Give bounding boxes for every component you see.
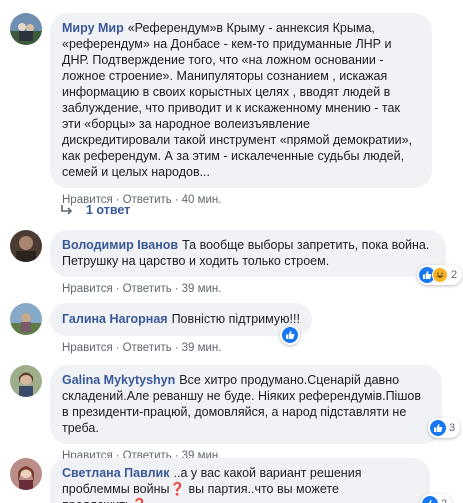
comment-author[interactable]: Galina Mykytyshyn xyxy=(62,373,175,387)
comment-bubble: Galina Mykytyshyn Все хитро продумано.Сце… xyxy=(50,365,442,444)
timestamp[interactable]: 40 мин. xyxy=(182,194,222,206)
avatar[interactable] xyxy=(10,365,42,397)
reply-link[interactable]: Ответить xyxy=(123,342,172,354)
replies-count-label: 1 ответ xyxy=(86,203,131,217)
comment-4: Galina Mykytyshyn Все хитро продумано.Сце… xyxy=(10,365,442,463)
view-replies-link[interactable]: 1 ответ xyxy=(60,203,130,217)
comment-actions: Нравится · Ответить · 39 мин. xyxy=(62,283,222,295)
reply-arrow-icon xyxy=(61,205,73,215)
reaction-summary[interactable] xyxy=(280,325,300,345)
comment-actions: Нравится · Ответить · 39 мин. xyxy=(62,342,222,354)
comment-author[interactable]: Володимир Іванов xyxy=(62,238,178,252)
like-icon xyxy=(282,327,298,343)
reply-link[interactable]: Ответить xyxy=(123,283,172,295)
haha-icon xyxy=(432,267,448,283)
comment-bubble: Галина Нагорная Повністю підтримую!!! xyxy=(50,303,312,336)
comment-3: Галина Нагорная Повністю підтримую!!! Нра… xyxy=(10,303,312,355)
comment-2: Володимир Іванов Та вообще выборы запрети… xyxy=(10,230,446,296)
avatar[interactable] xyxy=(10,230,42,262)
comment-1: Миру Мир «Референдум»в Крыму - аннексия К… xyxy=(10,13,432,207)
like-link[interactable]: Нравится xyxy=(62,283,113,295)
reaction-count: 2 xyxy=(451,269,458,281)
comment-author[interactable]: Галина Нагорная xyxy=(62,312,168,326)
avatar[interactable] xyxy=(10,458,42,490)
comment-5: Светлана Павлик ..а у вас какой вариант р… xyxy=(10,458,430,503)
reaction-summary[interactable]: 2 xyxy=(417,265,463,285)
comment-bubble: Миру Мир «Референдум»в Крыму - аннексия К… xyxy=(50,13,432,188)
reaction-count: 2 xyxy=(441,498,447,503)
avatar[interactable] xyxy=(10,303,42,335)
like-link[interactable]: Нравится xyxy=(62,342,113,354)
avatar[interactable] xyxy=(10,13,42,45)
reaction-count: 3 xyxy=(449,422,456,434)
like-icon xyxy=(422,496,438,503)
reaction-summary[interactable]: 3 xyxy=(428,418,461,438)
timestamp[interactable]: 39 мин. xyxy=(182,283,222,295)
comment-author[interactable]: Светлана Павлик xyxy=(62,466,170,480)
comment-text: Повністю підтримую!!! xyxy=(171,312,300,326)
comment-bubble: Светлана Павлик ..а у вас какой вариант р… xyxy=(50,458,430,503)
comment-author[interactable]: Миру Мир xyxy=(62,21,124,35)
comment-bubble: Володимир Іванов Та вообще выборы запрети… xyxy=(50,230,446,277)
comment-text: «Референдум»в Крыму - аннексия Крыма, «р… xyxy=(62,21,412,179)
reaction-summary[interactable]: 2 xyxy=(420,494,453,503)
like-icon xyxy=(430,420,446,436)
timestamp[interactable]: 39 мин. xyxy=(182,342,222,354)
